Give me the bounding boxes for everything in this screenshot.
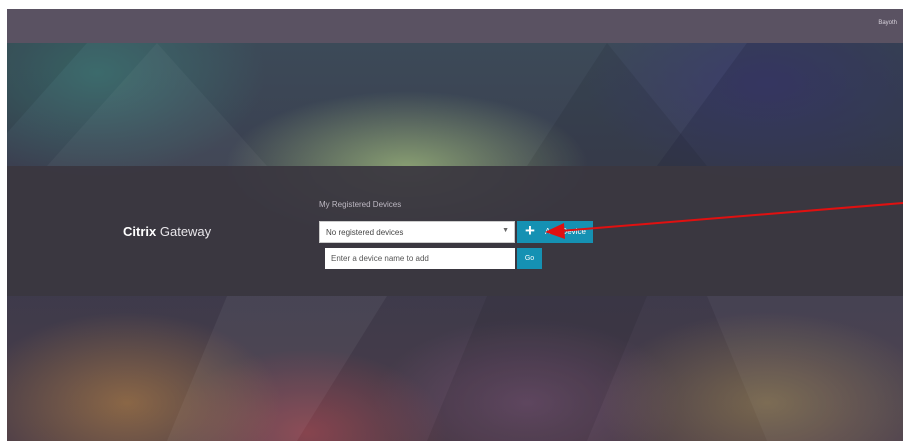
plus-icon: + xyxy=(525,221,535,240)
facet-shape xyxy=(7,43,87,133)
user-name[interactable]: Bayoth xyxy=(878,20,897,26)
section-title: My Registered Devices xyxy=(319,200,402,209)
facet-shape xyxy=(427,296,647,441)
facet-shape xyxy=(47,43,267,166)
go-button[interactable]: Go xyxy=(517,248,542,269)
brand-logo: Citrix Gateway xyxy=(123,224,211,239)
device-name-input[interactable] xyxy=(325,248,515,269)
registered-devices-select[interactable]: No registered devices ▼ xyxy=(319,221,515,243)
app-window: Bayoth Citrix Gateway My Registered Devi… xyxy=(7,9,903,441)
facet-shape xyxy=(657,43,903,166)
add-device-label: Add Device xyxy=(545,227,586,236)
facet-shape xyxy=(707,296,903,441)
brand-name-regular: Gateway xyxy=(159,224,212,239)
caret-down-icon: ▼ xyxy=(502,227,509,234)
top-bar: Bayoth xyxy=(7,9,903,43)
add-device-button[interactable]: + Add Device xyxy=(517,221,593,243)
facet-shape xyxy=(167,296,387,441)
select-value: No registered devices xyxy=(326,228,404,237)
brand-name-bold: Citrix xyxy=(123,224,157,239)
